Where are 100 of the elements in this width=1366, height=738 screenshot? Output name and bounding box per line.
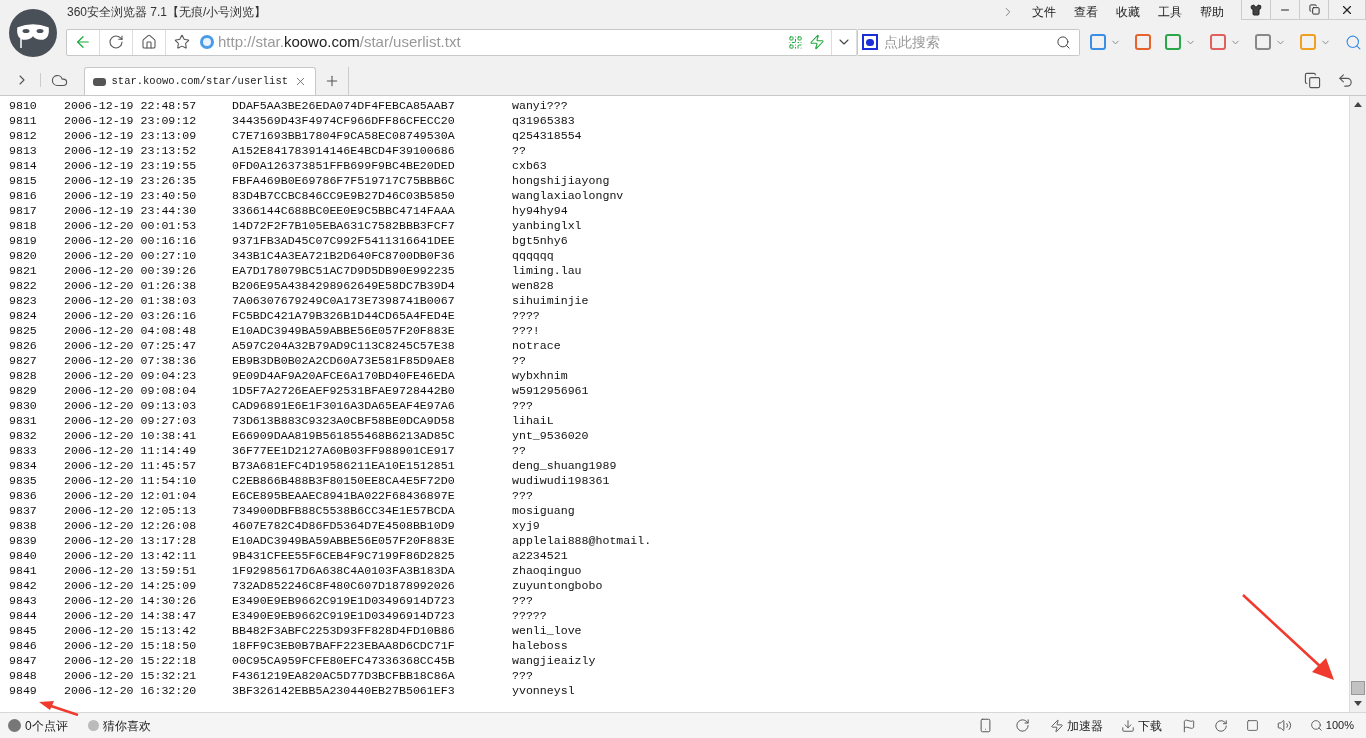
hash-cell-text: DDAF5AA3BE26EDA074DF4FEBCA85AAB7 xyxy=(232,98,456,113)
back-icon[interactable] xyxy=(74,33,92,51)
zoom-icon[interactable] xyxy=(1309,719,1323,732)
timestamp-cell-text: 2006-12-20 14:38:47 xyxy=(64,608,198,623)
timestamp-cell-text: 2006-12-20 12:26:08 xyxy=(64,518,198,533)
tab-list-icon[interactable] xyxy=(1304,71,1321,89)
hash-cell-text: 7A06307679249C0A173E7398741B0067 xyxy=(232,293,456,308)
username-cell: a2234521 xyxy=(512,548,568,563)
row-number: 9845 xyxy=(8,623,38,638)
lightning-icon[interactable] xyxy=(809,34,825,50)
menu-item[interactable]: 查看 xyxy=(1065,3,1107,21)
timestamp-cell-text: 2006-12-19 22:48:57 xyxy=(64,98,198,113)
username-cell: notrace xyxy=(512,338,561,353)
browser-tab[interactable]: star.koowo.com/star/userlist xyxy=(84,67,316,95)
username-cell: bgt5nhy6 xyxy=(512,233,568,248)
timestamp-cell-text: 2006-12-20 03:26:16 xyxy=(64,308,198,323)
row-number: 9841 xyxy=(8,563,38,578)
row-number: 9826 xyxy=(8,338,38,353)
address-bar[interactable]: http://star.koowo.com/star/userlist.txt xyxy=(66,28,858,56)
timestamp-cell-text: 2006-12-20 11:45:57 xyxy=(64,458,198,473)
download-icon[interactable] xyxy=(1120,718,1135,733)
menu-item[interactable]: 工具 xyxy=(1149,3,1191,21)
menu-item[interactable]: 收藏 xyxy=(1107,3,1149,21)
timestamp-cell-text: 2006-12-20 00:16:16 xyxy=(64,233,198,248)
hash-cell-text: 9E09D4AF9A20AFCE6A170BD40FE46EDA xyxy=(232,368,456,383)
timestamp-cell-text: 2006-12-20 00:27:10 xyxy=(64,248,198,263)
row-number: 9844 xyxy=(8,608,38,623)
zoom-level[interactable]: 100% xyxy=(1325,717,1354,734)
username-cell: w5912956961 xyxy=(512,383,589,398)
row-number: 9811 xyxy=(8,113,38,128)
hash-cell-text: 73D613B883C9323A0CBF58BE0DCA9D58 xyxy=(232,413,456,428)
hash-cell-text: 1D5F7A2726EAEF92531BFAE9728442B0 xyxy=(232,383,456,398)
undo-icon[interactable] xyxy=(1337,71,1354,89)
comments-link[interactable]: 0个点评 xyxy=(25,716,68,735)
toolbar-app-icon[interactable] xyxy=(1300,34,1316,50)
timestamp-cell-text: 2006-12-20 11:54:10 xyxy=(64,473,198,488)
hash-cell-text: 734900DBFB88C5538B6CC34E1E57BCDA xyxy=(232,503,456,518)
recommend-link[interactable]: 猜你喜欢 xyxy=(102,716,151,735)
timestamp-cell-text: 2006-12-19 23:40:50 xyxy=(64,188,198,203)
row-number: 9836 xyxy=(8,488,38,503)
magnifier-icon[interactable] xyxy=(1345,33,1362,51)
hash-cell-text: 3BF326142EBB5A230440EB27B5061EF3 xyxy=(232,683,456,698)
hash-cell-text: 3366144C688BC0EE0E9C5BBC4714FAAA xyxy=(232,203,456,218)
star-icon[interactable] xyxy=(174,34,190,50)
phone-icon[interactable] xyxy=(977,718,993,733)
search-input[interactable]: 点此搜索 xyxy=(884,31,1056,53)
timestamp-cell-text: 2006-12-20 00:39:26 xyxy=(64,263,198,278)
timestamp-cell-text: 2006-12-20 15:13:42 xyxy=(64,623,198,638)
timestamp-cell-text: 2006-12-20 09:13:03 xyxy=(64,398,198,413)
timestamp-cell-text: 2006-12-20 09:04:23 xyxy=(64,368,198,383)
new-tab-icon[interactable] xyxy=(324,73,340,89)
search-icon[interactable] xyxy=(1056,34,1071,50)
row-number: 9827 xyxy=(8,353,38,368)
username-cell: liming.lau xyxy=(512,263,582,278)
timestamp-cell-text: 2006-12-20 12:01:04 xyxy=(64,488,198,503)
search-field[interactable]: 点此搜索 xyxy=(858,28,1080,56)
mask-logo-icon xyxy=(8,8,58,58)
scrollbar[interactable] xyxy=(1349,96,1366,712)
timestamp-cell-text: 2006-12-20 13:42:11 xyxy=(64,548,198,563)
hash-cell-text: E66909DAA819B561855468B6213AD85C xyxy=(232,428,456,443)
username-cell: hy94hy94 xyxy=(512,203,568,218)
row-number: 9815 xyxy=(8,173,38,188)
username-cell: yvonneysl xyxy=(512,683,575,698)
hash-cell-text: E3490E9EB9662C919E1D03496914D723 xyxy=(232,608,456,623)
hash-cell-text: E10ADC3949BA59ABBE56E057F20F883E xyxy=(232,323,456,338)
toolbar-app-icon[interactable] xyxy=(1165,34,1181,50)
timestamp-cell-text: 2006-12-20 00:01:53 xyxy=(64,218,198,233)
toolbar-app-icon[interactable] xyxy=(1135,34,1151,50)
speaker-icon[interactable] xyxy=(1276,718,1292,733)
flag-icon[interactable] xyxy=(1181,718,1196,733)
hash-cell-text: EA7D178079BC51AC7D9D5DB90E992235 xyxy=(232,263,456,278)
username-cell: ynt_9536020 xyxy=(512,428,589,443)
accelerator-label[interactable]: 加速器 xyxy=(1066,716,1103,735)
annotation-arrow xyxy=(38,700,80,716)
menu-item[interactable]: 文件 xyxy=(1023,3,1065,21)
username-cell: yanbinglxl xyxy=(512,218,582,233)
username-cell: wybxhnim xyxy=(512,368,568,383)
qr-code-icon[interactable] xyxy=(788,34,803,50)
scroll-up-icon[interactable] xyxy=(1354,102,1362,107)
username-cell: zuyuntongbobo xyxy=(512,578,603,593)
toolbar-app-icon[interactable] xyxy=(1255,34,1271,50)
menu-item[interactable]: 帮助 xyxy=(1191,3,1233,21)
scroll-thumb[interactable] xyxy=(1351,681,1365,695)
hash-cell-text: 1F92985617D6A638C4A0103FA3B183DA xyxy=(232,563,456,578)
timestamp-cell-text: 2006-12-20 14:30:26 xyxy=(64,593,198,608)
hash-cell-text: B206E95A4384298962649E58DC7B39D4 xyxy=(232,278,456,293)
maximize-icon[interactable] xyxy=(1308,4,1320,15)
scroll-down-icon[interactable] xyxy=(1354,701,1362,706)
hash-cell-text: FC5BDC421A79B326B1D44CD65A4FED4E xyxy=(232,308,456,323)
username-cell: wenli_love xyxy=(512,623,582,638)
username-cell: cxb63 xyxy=(512,158,547,173)
home-icon[interactable] xyxy=(141,34,157,50)
shirt-icon[interactable] xyxy=(1250,3,1262,16)
window-icon[interactable] xyxy=(1245,719,1259,732)
username-cell: xyj9 xyxy=(512,518,540,533)
toolbar-app-icon[interactable] xyxy=(1090,34,1106,50)
refresh-icon[interactable] xyxy=(108,34,124,50)
toolbar-app-icon[interactable] xyxy=(1210,34,1226,50)
download-label[interactable]: 下载 xyxy=(1137,716,1162,735)
row-number: 9839 xyxy=(8,533,38,548)
